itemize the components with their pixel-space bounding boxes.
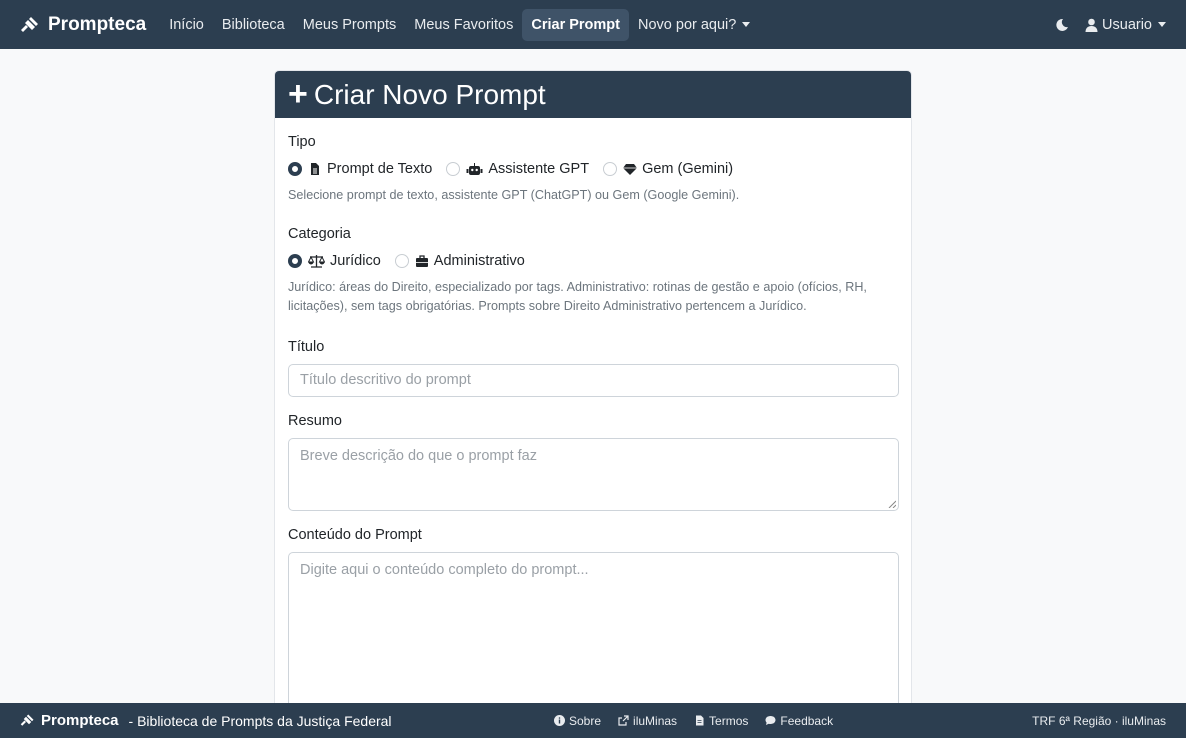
brand-name: Prompteca [48, 13, 147, 35]
brand-link[interactable]: Prompteca [20, 14, 146, 36]
file-text-icon [311, 163, 319, 175]
nav-novo-por-aqui-dropdown[interactable]: Novo por aqui? [629, 9, 759, 41]
nav-criar-prompt[interactable]: Criar Prompt [522, 8, 629, 41]
tipo-radios: Prompt de Texto Assistente GPT Gem (Gemi… [288, 161, 898, 177]
nav-inicio[interactable]: Início [160, 9, 213, 41]
nav-biblioteca[interactable]: Biblioteca [213, 9, 294, 41]
categoria-option-label: Administrativo [433, 252, 525, 269]
tipo-option-label: Assistente GPT [488, 161, 590, 177]
tipo-group: Tipo Prompt de Texto Assistente GPT Gem … [288, 134, 898, 205]
form-body: Tipo Prompt de Texto Assistente GPT Gem … [275, 118, 911, 709]
footer-brand-name: Prompteca [41, 712, 119, 729]
create-prompt-card: + Criar Novo Prompt Tipo Prompt de Texto… [274, 70, 912, 710]
resumo-placeholder: Breve descrição do que o prompt faz [300, 447, 537, 464]
plus-icon: + [288, 74, 308, 113]
footer-link-label: Termos [709, 713, 749, 728]
info-circle-icon [554, 715, 565, 726]
tipo-label: Tipo [288, 134, 316, 150]
tipo-option-texto[interactable]: Prompt de Texto [288, 161, 432, 177]
categoria-radios: Jurídico Administrativo [288, 253, 898, 269]
footer-tagline: - Biblioteca de Prompts da Justiça Feder… [128, 712, 392, 729]
caret-down-icon [742, 22, 751, 28]
user-name: Usuario [1102, 16, 1152, 33]
caret-down-icon [1158, 22, 1166, 27]
categoria-option-administrativo[interactable]: Administrativo [394, 252, 525, 269]
conteudo-label: Conteúdo do Prompt [288, 526, 422, 543]
file-text-icon [696, 715, 704, 726]
page-title: Criar Novo Prompt [313, 78, 546, 110]
conteudo-group: Conteúdo do Prompt Digite aqui o conteúd… [288, 526, 899, 709]
briefcase-icon [415, 255, 428, 267]
resumo-label: Resumo [288, 412, 342, 429]
titulo-input[interactable]: Título descritivo do prompt [288, 363, 899, 397]
footer-link-label: iluMinas [633, 713, 678, 728]
conteudo-placeholder: Digite aqui o conteúdo completo do promp… [300, 561, 589, 578]
categoria-label: Categoria [288, 225, 351, 242]
scale-balance-icon [308, 254, 325, 268]
footer-link-feedback[interactable]: Feedback [765, 714, 833, 728]
footer-link-sobre[interactable]: Sobre [554, 714, 601, 728]
tipo-option-label: Gem (Gemini) [642, 161, 734, 177]
tipo-option-label: Prompt de Texto [327, 161, 433, 177]
nav-meus-prompts[interactable]: Meus Prompts [294, 9, 405, 41]
robot-icon [466, 163, 483, 175]
footer-brand: Prompteca [20, 712, 119, 729]
footer-link-label: Feedback [780, 713, 834, 728]
card-header: + Criar Novo Prompt [275, 71, 911, 118]
radio-button[interactable] [446, 162, 461, 176]
footer-link-label: Sobre [569, 713, 602, 728]
moon-icon[interactable] [1055, 18, 1069, 32]
conteudo-textarea[interactable]: Digite aqui o conteúdo completo do promp… [288, 551, 899, 709]
chat-bubble-icon [765, 716, 776, 725]
tipo-option-gpt[interactable]: Assistente GPT [446, 161, 589, 177]
footer-link-iluminas[interactable]: iluMinas [618, 714, 677, 728]
radio-button[interactable] [288, 253, 302, 268]
nav-links: Início Biblioteca Meus Prompts Meus Favo… [160, 8, 759, 41]
resize-handle-icon[interactable] [888, 500, 896, 508]
user-menu[interactable]: Usuario [1085, 17, 1166, 33]
resumo-group: Resumo Breve descrição do que o prompt f… [288, 412, 899, 511]
footer-credit: TRF 6ª Região · iluMinas [1032, 713, 1166, 728]
tipo-option-gem[interactable]: Gem (Gemini) [603, 161, 733, 177]
categoria-option-label: Jurídico [330, 252, 381, 269]
gem-icon [623, 164, 638, 175]
radio-button[interactable] [288, 162, 302, 176]
categoria-option-juridico[interactable]: Jurídico [288, 253, 381, 269]
nav-novo-label: Novo por aqui? [638, 16, 737, 33]
gavel-icon [21, 16, 38, 32]
footer-links: Sobre iluMinas Termos Feedback [554, 703, 850, 738]
titulo-label: Título [288, 338, 325, 355]
nav-right: Usuario [1055, 17, 1166, 33]
radio-button[interactable] [603, 162, 618, 176]
user-icon [1085, 18, 1098, 32]
radio-button[interactable] [394, 253, 409, 268]
resumo-textarea[interactable]: Breve descrição do que o prompt faz [288, 437, 899, 511]
footer-link-termos[interactable]: Termos [694, 714, 748, 728]
nav-meus-favoritos[interactable]: Meus Favoritos [405, 9, 522, 41]
categoria-group: Categoria Jurídico Administrativo Jurídi… [288, 226, 898, 316]
titulo-group: Título Título descritivo do prompt [288, 338, 899, 397]
tipo-help: Selecione prompt de texto, assistente GP… [288, 188, 740, 202]
titulo-placeholder: Título descritivo do prompt [300, 372, 471, 389]
top-navbar: Prompteca Início Biblioteca Meus Prompts… [0, 0, 1186, 49]
external-link-icon [618, 715, 629, 726]
footer: Prompteca - Biblioteca de Prompts da Jus… [0, 703, 1186, 738]
categoria-help: Jurídico: áreas do Direito, especializad… [288, 279, 867, 313]
gavel-icon [20, 714, 34, 726]
